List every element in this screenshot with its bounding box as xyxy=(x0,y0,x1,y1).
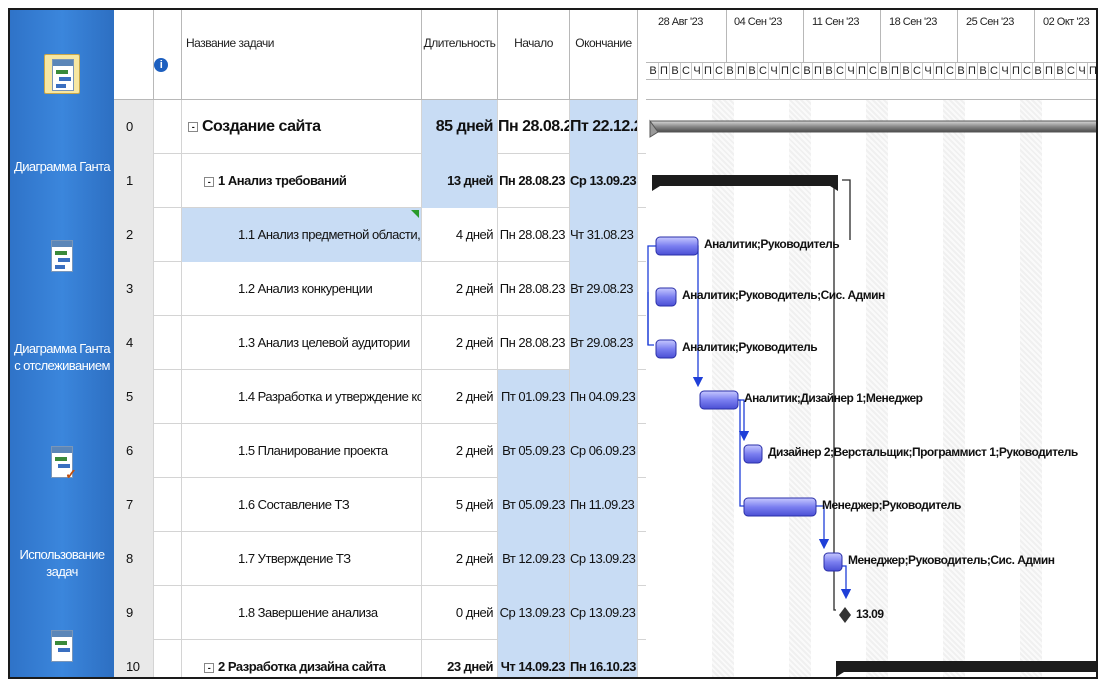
task-duration[interactable]: 0 дней xyxy=(422,586,498,640)
header-duration[interactable]: Длительность xyxy=(422,10,498,100)
row-id: 7 xyxy=(114,478,154,532)
task-start[interactable]: Чт 14.09.23 xyxy=(498,640,570,677)
task-start[interactable]: Пн 28.08.23 xyxy=(498,208,570,262)
task-finish[interactable]: Ср 06.09.23 xyxy=(570,424,638,478)
resource-label: Менеджер;Руководитель;Сис. Админ xyxy=(848,553,1055,567)
summary-bar xyxy=(652,175,838,191)
collapse-icon[interactable]: - xyxy=(204,176,214,187)
task-finish[interactable]: Пн 04.09.23 xyxy=(570,370,638,424)
task-row[interactable]: 3 1.2 Анализ конкуренции 2 дней Пн 28.08… xyxy=(114,262,646,316)
project-window: Диаграмма Ганта Диаграмма Ганта с отслеж… xyxy=(8,8,1098,679)
task-finish[interactable]: Вт 29.08.23 xyxy=(570,262,638,316)
task-duration[interactable]: 2 дней xyxy=(422,424,498,478)
task-start[interactable]: Вт 05.09.23 xyxy=(498,478,570,532)
gantt-chart[interactable]: 28 Авг '23 04 Сен '23 11 Сен '23 18 Сен … xyxy=(646,10,1096,677)
task-finish[interactable]: Пт 22.12.23 xyxy=(570,100,638,154)
header-id[interactable] xyxy=(114,10,154,100)
header-finish[interactable]: Окончание xyxy=(570,10,638,100)
resource-label: Аналитик;Дизайнер 1;Менеджер xyxy=(744,391,923,405)
task-row[interactable]: 7 1.6 Составление ТЗ 5 дней Вт 05.09.23 … xyxy=(114,478,646,532)
row-id: 3 xyxy=(114,262,154,316)
row-id: 4 xyxy=(114,316,154,370)
task-start[interactable]: Вт 05.09.23 xyxy=(498,424,570,478)
task-row[interactable]: 2 1.1 Анализ предметной области, интерв … xyxy=(114,208,646,262)
task-duration[interactable]: 2 дней xyxy=(422,262,498,316)
task-row[interactable]: 5 1.4 Разработка и утверждение концепта … xyxy=(114,370,646,424)
row-id: 9 xyxy=(114,586,154,640)
resource-sheet-icon xyxy=(44,626,80,666)
task-name[interactable]: 1.6 Составление ТЗ xyxy=(182,478,422,532)
row-id: 8 xyxy=(114,532,154,586)
gantt-chart-icon xyxy=(44,54,80,94)
header-indicators[interactable]: i xyxy=(154,10,182,100)
row-id: 5 xyxy=(114,370,154,424)
task-name[interactable]: 1.5 Планирование проекта xyxy=(182,424,422,478)
error-marker-icon xyxy=(411,210,419,218)
task-duration[interactable]: 2 дней xyxy=(422,370,498,424)
row-id: 0 xyxy=(114,100,154,154)
task-duration[interactable]: 2 дней xyxy=(422,532,498,586)
task-name[interactable]: 1.4 Разработка и утверждение концепта xyxy=(182,370,422,424)
task-row[interactable]: 0 -Создание сайта 85 дней Пн 28.08.23 Пт… xyxy=(114,100,646,154)
task-duration[interactable]: 23 дней xyxy=(422,640,498,677)
task-row[interactable]: 1 -1 Анализ требований 13 дней Пн 28.08.… xyxy=(114,154,646,208)
task-start[interactable]: Пн 28.08.23 xyxy=(498,316,570,370)
task-finish[interactable]: Ср 13.09.23 xyxy=(570,586,638,640)
task-name[interactable]: 1.1 Анализ предметной области, интерв xyxy=(182,208,422,262)
task-name[interactable]: - Создание сайта xyxy=(182,100,422,154)
task-start[interactable]: Ср 13.09.23 xyxy=(498,586,570,640)
resource-label: Менеджер;Руководитель xyxy=(822,498,961,512)
collapse-icon[interactable]: - xyxy=(204,662,214,673)
task-name[interactable]: 1.2 Анализ конкуренции xyxy=(182,262,422,316)
task-duration[interactable]: 4 дней xyxy=(422,208,498,262)
project-summary-bar xyxy=(649,119,1096,138)
task-row[interactable]: 6 1.5 Планирование проекта 2 дней Вт 05.… xyxy=(114,424,646,478)
task-finish[interactable]: Пн 11.09.23 xyxy=(570,478,638,532)
view-label: Диаграмма Ганта xyxy=(14,159,111,174)
row-id: 2 xyxy=(114,208,154,262)
task-name[interactable]: 1.7 Утверждение ТЗ xyxy=(182,532,422,586)
collapse-icon[interactable]: - xyxy=(188,121,198,132)
task-finish[interactable]: Ср 13.09.23 xyxy=(570,154,638,208)
row-id: 6 xyxy=(114,424,154,478)
task-start[interactable]: Вт 12.09.23 xyxy=(498,532,570,586)
task-row[interactable]: 9 1.8 Завершение анализа 0 дней Ср 13.09… xyxy=(114,586,646,640)
task-name[interactable]: -2 Разработка дизайна сайта xyxy=(182,640,422,677)
summary-bar xyxy=(836,661,1096,677)
header-start[interactable]: Начало xyxy=(498,10,570,100)
task-row[interactable]: 10 -2 Разработка дизайна сайта 23 дней Ч… xyxy=(114,640,646,677)
resource-label: Аналитик;Руководитель xyxy=(704,237,840,251)
task-table: i Название задачи Длительность Начало Ок… xyxy=(114,10,646,677)
task-finish[interactable]: Пн 16.10.23 xyxy=(570,640,638,677)
task-start[interactable]: Пн 28.08.23 xyxy=(498,262,570,316)
task-duration[interactable]: 5 дней xyxy=(422,478,498,532)
header-task-name[interactable]: Название задачи xyxy=(182,10,422,100)
task-duration[interactable]: 2 дней xyxy=(422,316,498,370)
task-start[interactable]: Пн 28.08.23 xyxy=(498,100,570,154)
row-id: 1 xyxy=(114,154,154,208)
resource-label: Аналитик;Руководитель xyxy=(682,340,818,354)
milestone-diamond xyxy=(839,607,851,623)
view-label: Диаграмма Ганта с отслеживанием xyxy=(14,341,111,373)
resource-label: Аналитик;Руководитель;Сис. Админ xyxy=(682,288,885,302)
view-bar: Диаграмма Ганта Диаграмма Ганта с отслеж… xyxy=(10,10,114,677)
view-label: Использование задач xyxy=(19,547,105,579)
resource-label: Дизайнер 2;Верстальщик;Программист 1;Рук… xyxy=(768,445,1078,459)
task-duration[interactable]: 13 дней xyxy=(422,154,498,208)
task-name[interactable]: 1.8 Завершение анализа xyxy=(182,586,422,640)
task-finish[interactable]: Чт 31.08.23 xyxy=(570,208,638,262)
task-finish[interactable]: Вт 29.08.23 xyxy=(570,316,638,370)
task-name[interactable]: 1.3 Анализ целевой аудитории xyxy=(182,316,422,370)
task-duration[interactable]: 85 дней xyxy=(422,100,498,154)
milestone-label: 13.09 xyxy=(856,607,884,621)
task-row[interactable]: 4 1.3 Анализ целевой аудитории 2 дней Пн… xyxy=(114,316,646,370)
task-finish[interactable]: Ср 13.09.23 xyxy=(570,532,638,586)
tracking-gantt-icon xyxy=(44,236,80,276)
task-row[interactable]: 8 1.7 Утверждение ТЗ 2 дней Вт 12.09.23 … xyxy=(114,532,646,586)
task-start[interactable]: Пт 01.09.23 xyxy=(498,370,570,424)
row-id: 10 xyxy=(114,640,154,677)
task-name[interactable]: -1 Анализ требований xyxy=(182,154,422,208)
task-start[interactable]: Пн 28.08.23 xyxy=(498,154,570,208)
task-usage-icon: ✓ xyxy=(44,442,80,482)
